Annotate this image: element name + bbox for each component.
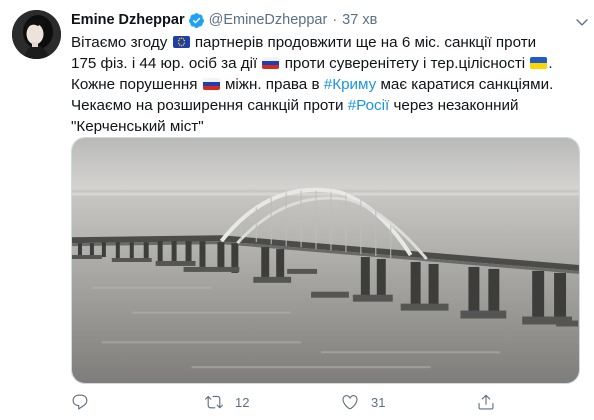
separator-dot: ·	[332, 12, 338, 28]
tweet-text: Вітаємо згоду партнерів продовжити ще на…	[71, 32, 581, 137]
tweet-actions: 12 31	[71, 393, 511, 415]
tweet-content: Emine Dzheppar @EmineDzheppar · 37 хв Ві…	[71, 10, 581, 137]
tweet-text-segment: "Керченський міст"	[71, 118, 204, 135]
tweet-text-segment: міжн. права в	[224, 76, 320, 93]
hashtag-link[interactable]: #Росії	[348, 97, 390, 114]
avatar[interactable]	[12, 10, 61, 59]
like-count: 31	[371, 394, 386, 410]
russia-flag-icon	[262, 57, 280, 69]
share-icon	[478, 394, 494, 410]
tweet-timestamp[interactable]: 37 хв	[342, 12, 377, 28]
tweet-text-segment: Чекаємо на розширення санкцій проти	[71, 97, 344, 114]
share-button[interactable]	[477, 393, 495, 411]
author-name[interactable]: Emine Dzheppar	[71, 12, 185, 28]
eu-flag-icon	[172, 36, 190, 48]
retweet-button[interactable]: 12	[205, 393, 249, 411]
author-handle[interactable]: @EmineDzheppar	[209, 12, 328, 28]
tweet-line-4: Чекаємо на розширення санкцій проти #Рос…	[71, 95, 581, 116]
tweet-text-segment: 175 фіз. і 44 юр. осіб за дії	[71, 55, 258, 72]
tweet-text-segment: Вітаємо згоду	[71, 34, 168, 51]
tweet-text-segment: проти суверенітету і тер.цілісності	[284, 55, 526, 72]
tweet-text-segment: Кожне порушення	[71, 76, 198, 93]
tweet-text-segment: має каратися санкціями.	[380, 76, 554, 93]
retweet-icon	[205, 395, 223, 409]
tweet-text-segment: .	[548, 55, 553, 72]
reply-icon	[72, 394, 88, 410]
tweet-line-1: Вітаємо згоду партнерів продовжити ще на…	[71, 32, 581, 53]
tweet-photo[interactable]	[71, 137, 580, 384]
more-options-chevron-icon[interactable]	[574, 14, 590, 30]
retweet-count: 12	[235, 394, 250, 410]
like-button[interactable]: 31	[341, 393, 385, 411]
tweet-line-5: "Керченський міст"	[71, 116, 581, 137]
tweet-text-segment: партнерів продовжити ще на 6 міс. санкці…	[194, 34, 537, 51]
tweet-line-3: Кожне порушення міжн. права в #Криму має…	[71, 74, 581, 95]
reply-button[interactable]	[71, 393, 101, 411]
hashtag-link[interactable]: #Криму	[324, 76, 376, 93]
tweet-text-segment: через незаконний	[393, 97, 519, 114]
tweet-line-2: 175 фіз. і 44 юр. осіб за дії проти суве…	[71, 53, 581, 74]
tweet-header: Emine Dzheppar @EmineDzheppar · 37 хв	[71, 10, 581, 30]
heart-icon	[342, 395, 358, 410]
verified-badge-icon	[188, 12, 205, 29]
russia-flag-icon	[202, 78, 220, 90]
ukraine-flag-icon	[530, 57, 548, 69]
